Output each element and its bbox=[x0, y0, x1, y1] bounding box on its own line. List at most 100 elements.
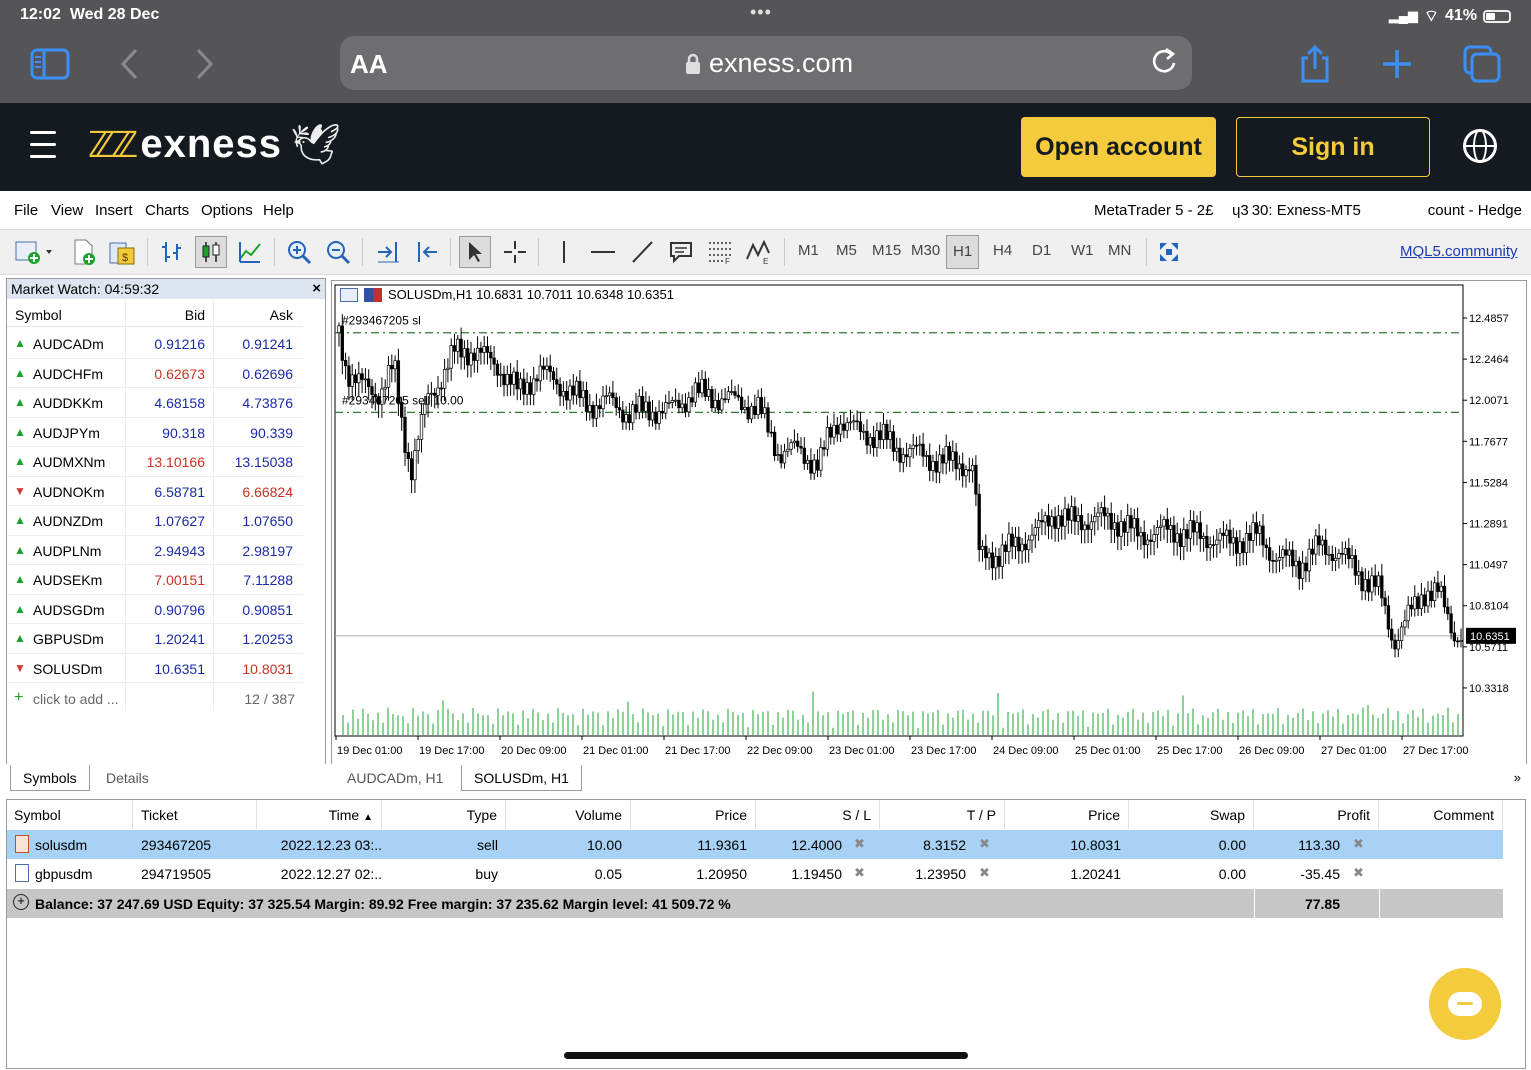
close-position-icon[interactable]: ✖ bbox=[1353, 836, 1364, 852]
th-volume[interactable]: Volume bbox=[506, 800, 631, 829]
exness-logo[interactable]: ℤℤ exness 🕊 bbox=[88, 121, 341, 168]
share-icon[interactable] bbox=[1293, 42, 1337, 86]
timeframe-m15[interactable]: M15 bbox=[872, 242, 901, 259]
market-watch-row[interactable]: ▲ AUDMXNm 13.10166 13.15038 bbox=[7, 447, 303, 477]
pos-sl[interactable]: 12.4000 bbox=[756, 837, 842, 853]
chart-shift-icon[interactable] bbox=[411, 236, 443, 268]
tabs-more-icon[interactable]: » bbox=[1514, 770, 1521, 785]
close-position-icon[interactable]: ✖ bbox=[1353, 865, 1364, 881]
th-tp[interactable]: T / P bbox=[880, 800, 1005, 829]
menu-charts[interactable]: Charts bbox=[145, 202, 189, 219]
reader-settings-button[interactable]: AA bbox=[350, 49, 388, 80]
line-chart-mode-icon[interactable] bbox=[234, 236, 266, 268]
th-time[interactable]: Time ▲ bbox=[257, 800, 382, 829]
col-symbol[interactable]: Symbol bbox=[15, 307, 62, 323]
pos-tp[interactable]: 1.23950 bbox=[880, 866, 966, 882]
th-symbol[interactable]: Symbol bbox=[7, 800, 133, 829]
forward-icon[interactable] bbox=[182, 42, 226, 86]
zoom-out-icon[interactable] bbox=[322, 236, 354, 268]
url-display[interactable]: exness.com bbox=[685, 48, 853, 79]
market-watch-row[interactable]: ▲ AUDJPYm 90.318 90.339 bbox=[7, 418, 303, 447]
menu-view[interactable]: View bbox=[51, 202, 83, 219]
reload-icon[interactable] bbox=[1150, 46, 1178, 84]
market-watch-row[interactable]: ▲ AUDNZDm 1.07627 1.07650 bbox=[7, 506, 303, 536]
th-comment[interactable]: Comment bbox=[1379, 800, 1503, 829]
col-ask[interactable]: Ask bbox=[213, 307, 293, 323]
col-bid[interactable]: Bid bbox=[125, 307, 205, 323]
menu-options[interactable]: Options bbox=[201, 202, 253, 219]
timeframe-h4[interactable]: H4 bbox=[993, 242, 1012, 259]
cursor-icon[interactable] bbox=[459, 236, 491, 268]
remove-sl-icon[interactable]: ✖ bbox=[854, 836, 865, 852]
timeframe-w1[interactable]: W1 bbox=[1071, 242, 1094, 259]
timeframe-m5[interactable]: M5 bbox=[836, 242, 857, 259]
text-label-icon[interactable] bbox=[665, 236, 697, 268]
price-chart[interactable]: #293467205 sl #293467205 sell 10.00 12.485… bbox=[332, 281, 1526, 765]
close-icon[interactable]: × bbox=[312, 280, 321, 297]
chat-button[interactable] bbox=[1429, 968, 1501, 1040]
mql5-community-link[interactable]: MQL5.community bbox=[1400, 243, 1518, 260]
th-current-price[interactable]: Price bbox=[1005, 800, 1129, 829]
market-watch-row[interactable]: ▲ AUDCHFm 0.62673 0.62696 bbox=[7, 359, 303, 388]
fullscreen-icon[interactable] bbox=[1153, 236, 1185, 268]
remove-sl-icon[interactable]: ✖ bbox=[854, 865, 865, 881]
add-symbol-row[interactable]: + click to add ... 12 / 387 bbox=[7, 683, 303, 713]
timeframe-h1[interactable]: H1 bbox=[946, 235, 980, 269]
horizontal-line-icon[interactable] bbox=[587, 236, 619, 268]
trendline-icon[interactable] bbox=[626, 236, 658, 268]
market-watch-row[interactable]: ▲ AUDSGDm 0.90796 0.90851 bbox=[7, 595, 303, 624]
open-account-button[interactable]: Open account bbox=[1021, 117, 1216, 177]
market-watch-row[interactable]: ▲ AUDCADm 0.91216 0.91241 bbox=[7, 329, 303, 359]
market-watch-row[interactable]: ▲ GBPUSDm 1.20241 1.20253 bbox=[7, 624, 303, 654]
tabs-overview-icon[interactable] bbox=[1460, 42, 1504, 86]
position-row-gbpusdm[interactable]: gbpusdm 294719505 2022.12.27 02:.. buy 0… bbox=[7, 859, 1503, 888]
new-profile-icon[interactable] bbox=[68, 236, 100, 268]
sign-in-button[interactable]: Sign in bbox=[1236, 117, 1430, 177]
market-watch-row[interactable]: ▼ SOLUSDm 10.6351 10.8031 bbox=[7, 654, 303, 683]
tab-details[interactable]: Details bbox=[94, 765, 161, 791]
th-swap[interactable]: Swap bbox=[1129, 800, 1254, 829]
position-row-solusdm[interactable]: solusdm 293467205 2022.12.23 03:.. sell … bbox=[7, 830, 1503, 859]
menu-file[interactable]: File bbox=[14, 202, 38, 219]
elliott-wave-icon[interactable]: E bbox=[743, 236, 775, 268]
vertical-line-icon[interactable] bbox=[548, 236, 580, 268]
candlestick-mode-icon[interactable] bbox=[195, 236, 227, 268]
new-chart-icon[interactable] bbox=[12, 236, 56, 268]
tab-chart-solusdm[interactable]: SOLUSDm, H1 bbox=[461, 765, 582, 791]
th-type[interactable]: Type bbox=[382, 800, 506, 829]
market-watch-row[interactable]: ▼ AUDNOKm 6.58781 6.66824 bbox=[7, 477, 303, 506]
autoscroll-icon[interactable] bbox=[372, 236, 404, 268]
fibonacci-icon[interactable]: F bbox=[704, 236, 736, 268]
timeframe-mn[interactable]: MN bbox=[1108, 242, 1131, 259]
tab-symbols[interactable]: Symbols bbox=[10, 765, 90, 791]
sidebar-toggle-icon[interactable] bbox=[28, 42, 72, 86]
back-icon[interactable] bbox=[108, 42, 152, 86]
hamburger-menu-icon[interactable] bbox=[30, 131, 56, 159]
new-tab-icon[interactable] bbox=[1375, 42, 1419, 86]
market-watch-row[interactable]: ▲ AUDDKKm 4.68158 4.73876 bbox=[7, 388, 303, 418]
language-globe-icon[interactable] bbox=[1463, 129, 1497, 163]
crosshair-icon[interactable] bbox=[499, 236, 531, 268]
expand-plus-icon[interactable]: + bbox=[13, 894, 29, 910]
pos-sl[interactable]: 1.19450 bbox=[756, 866, 842, 882]
remove-tp-icon[interactable]: ✖ bbox=[979, 836, 990, 852]
chart-window[interactable]: #293467205 sl #293467205 sell 10.00 12.485… bbox=[331, 280, 1527, 766]
th-profit[interactable]: Profit bbox=[1254, 800, 1379, 829]
multitasking-dots-icon[interactable]: ••• bbox=[750, 2, 772, 23]
zoom-in-icon[interactable] bbox=[283, 236, 315, 268]
pos-tp[interactable]: 8.3152 bbox=[880, 837, 966, 853]
timeframe-d1[interactable]: D1 bbox=[1032, 242, 1051, 259]
remove-tp-icon[interactable]: ✖ bbox=[979, 865, 990, 881]
trading-icon[interactable]: $ bbox=[106, 236, 138, 268]
th-sl[interactable]: S / L bbox=[756, 800, 880, 829]
menu-help[interactable]: Help bbox=[263, 202, 294, 219]
th-price[interactable]: Price bbox=[631, 800, 756, 829]
timeframe-m30[interactable]: M30 bbox=[911, 242, 940, 259]
market-watch-row[interactable]: ▲ AUDSEKm 7.00151 7.11288 bbox=[7, 565, 303, 595]
th-ticket[interactable]: Ticket bbox=[133, 800, 257, 829]
menu-insert[interactable]: Insert bbox=[95, 202, 133, 219]
bar-chart-mode-icon[interactable] bbox=[156, 236, 188, 268]
market-watch-row[interactable]: ▲ AUDPLNm 2.94943 2.98197 bbox=[7, 536, 303, 565]
tab-chart-audcadm[interactable]: AUDCADm, H1 bbox=[335, 765, 455, 791]
address-bar[interactable]: AA exness.com bbox=[340, 36, 1192, 90]
